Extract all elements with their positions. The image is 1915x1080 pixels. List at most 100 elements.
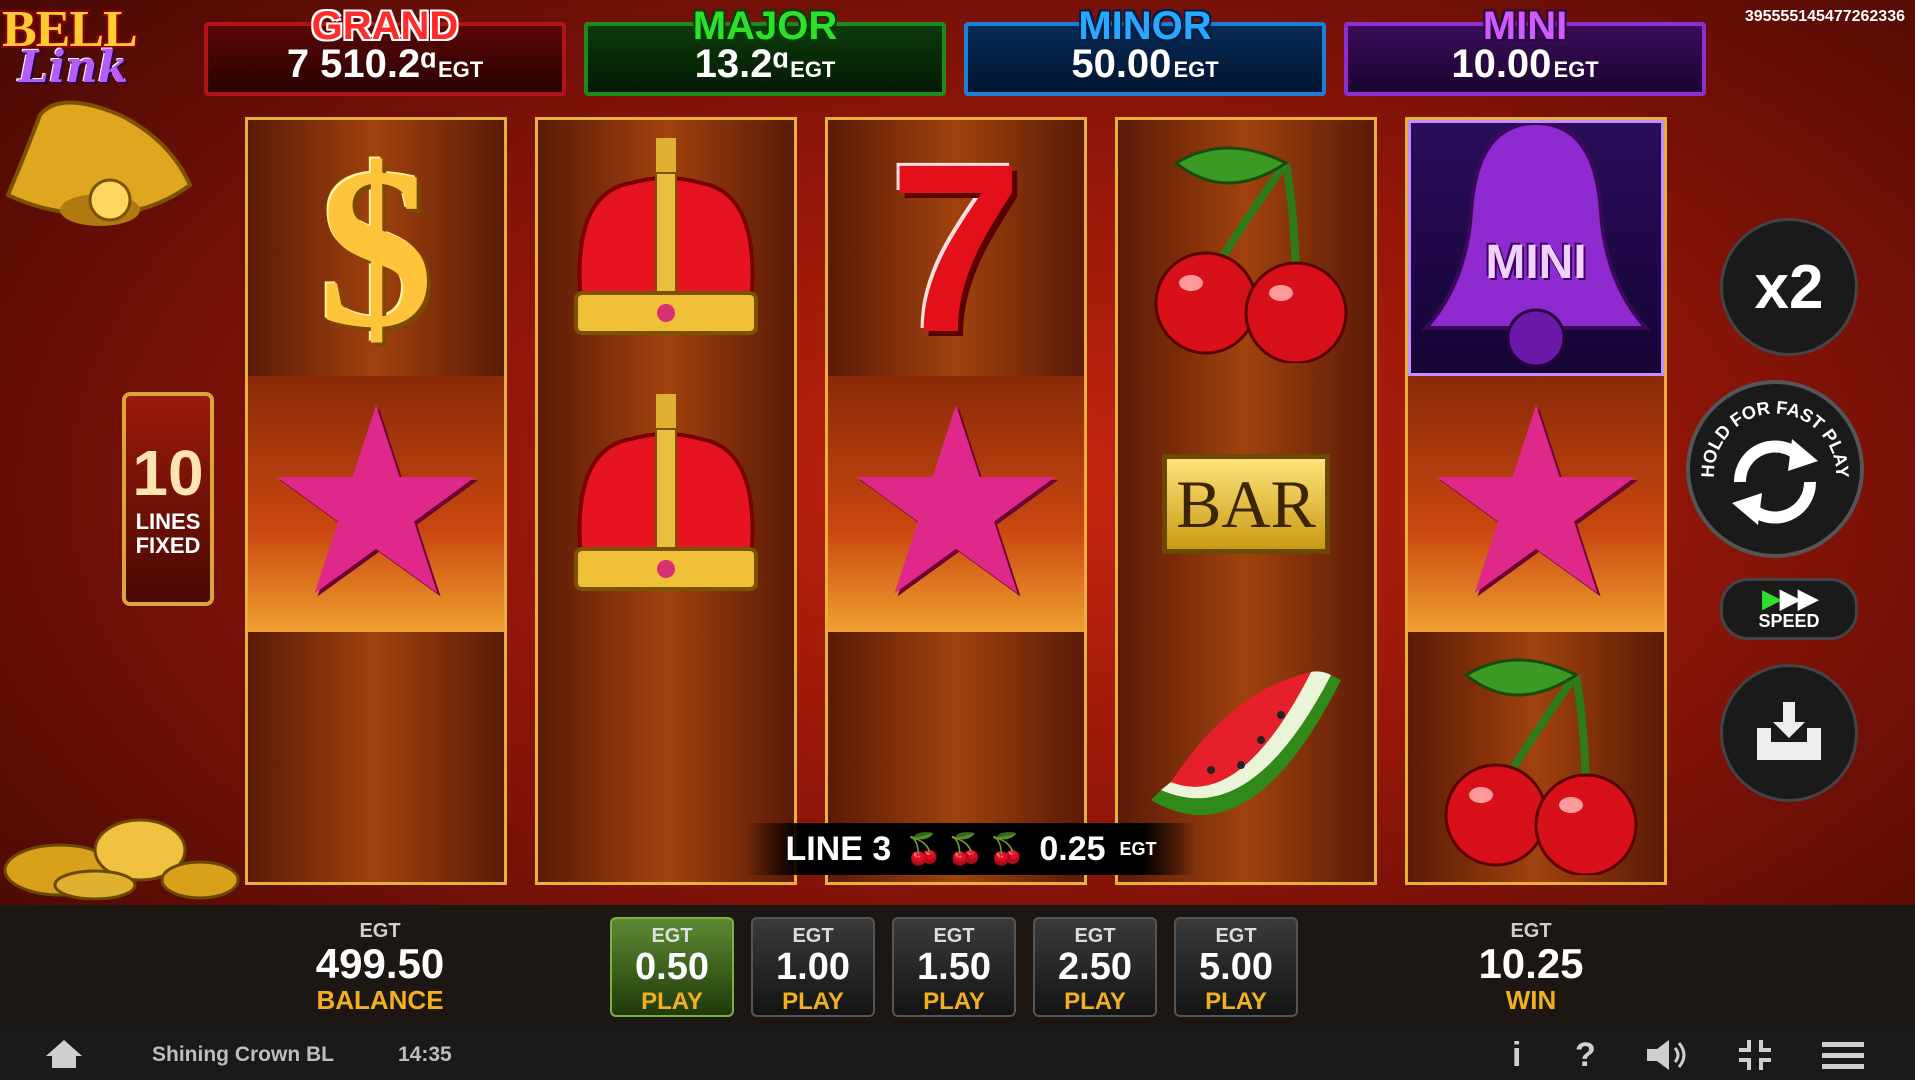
win-amount: 10.25 [1478,940,1584,987]
jackpot-grand-amount: 7 510.2 [286,42,421,86]
jackpot-minor: MINOR 50.00EGT [964,4,1326,96]
speed-label: SPEED [1758,611,1820,631]
help-icon[interactable]: ? [1575,1036,1596,1075]
jackpot-minor-amount: 50.00 [1071,42,1172,86]
jackpot-grand-value: 7 510.2ᵅEGT [208,42,562,87]
win-line-symbols: 🍒 🍒 🍒 [905,832,1025,867]
bet-amount: 1.50 [917,946,991,988]
reel-cell: ★ [248,376,504,632]
reel-cell: BAR [1118,376,1374,632]
win-label: WIN [1505,985,1557,1015]
bet-button-1-50[interactable]: EGT 1.50 PLAY [892,917,1016,1017]
cherry-icon: 🍒 [946,832,984,866]
lines-fixed-label: FIXED [135,533,201,559]
menu-icon[interactable] [1822,1040,1864,1072]
game-name: Shining Crown BL [152,1043,334,1066]
bet-play-label: PLAY [1064,987,1126,1015]
spin-hint-ring: HOLD FOR FAST PLAY [1698,397,1853,478]
reel-cell: 7 [828,120,1084,376]
reel-cell: $ [248,120,504,376]
bet-play-label: PLAY [782,987,844,1015]
bet-amount: 5.00 [1199,946,1273,988]
bet-play-label: PLAY [1205,987,1267,1015]
jackpot-grand-currency: EGT [437,57,484,82]
jackpot-major-currency: EGT [790,57,836,82]
jackpot-grand-tail: ᵅ [420,42,436,86]
win-line-label: LINE 3 [785,829,892,868]
reel-cell: MINI [1408,120,1664,376]
reel-3: 7 ★ [825,117,1087,885]
bet-amount: 0.50 [635,946,709,988]
star-symbol: ★ [1432,375,1640,632]
fast-forward-icon: ▶▶▶ [1762,583,1818,613]
dollar-symbol: $ [318,120,434,375]
info-icon[interactable]: i [1512,1036,1521,1075]
bet-currency: EGT [1215,925,1257,947]
bet-currency: EGT [651,925,693,947]
lines-indicator: 10 LINES FIXED [122,392,214,606]
jackpot-major-amount: 13.2 [694,42,773,86]
bet-currency: EGT [1074,925,1116,947]
reel-4: BAR [1115,117,1377,885]
sound-icon[interactable] [1645,1038,1689,1072]
bet-play-label: PLAY [641,987,703,1015]
jackpot-grand: GRAND 7 510.2ᵅEGT [204,4,566,96]
bet-button-1-00[interactable]: EGT 1.00 PLAY [751,917,875,1017]
balance-amount: 499.50 [315,940,445,987]
reel-1: $ ★ [245,117,507,885]
reel-cell: ★ [1408,376,1664,632]
golden-bell-icon [5,100,193,226]
cherry-icon: 🍒 [987,832,1026,866]
home-icon[interactable] [44,1038,84,1070]
reel-cell [538,120,794,376]
svg-text:HOLD FOR FAST PLAY: HOLD FOR FAST PLAY [1698,397,1853,478]
session-id: 395555145477262336 [1744,8,1905,25]
logo-link-text: Link [18,42,129,93]
reel-cell [1408,632,1664,882]
fullscreen-exit-icon[interactable] [1737,1038,1773,1072]
collect-button[interactable] [1720,664,1858,802]
clock: 14:35 [398,1043,452,1066]
win-line-banner: LINE 3 🍒 🍒 🍒 0.25 EGT [746,823,1196,875]
bet-button-0-50[interactable]: EGT 0.50 PLAY [610,917,734,1017]
star-symbol: ★ [852,375,1060,632]
collect-tray-icon [1757,702,1821,760]
reel-5: MINI ★ [1405,117,1667,885]
win-display: EGT 10.25 WIN [1466,920,1596,1016]
bar-symbol: BAR [1162,454,1330,554]
mini-bell-label: MINI [1485,236,1587,289]
jackpot-mini-amount: 10.00 [1451,42,1552,86]
reel-cell [538,376,794,632]
jackpot-major-tail: ᵅ [772,42,789,86]
balance-display: EGT 499.50 BALANCE [290,920,470,1016]
spin-button[interactable]: HOLD FOR FAST PLAY [1686,380,1864,558]
seven-symbol: 7 [889,117,1023,382]
jackpot-mini-value: 10.00EGT [1348,42,1702,87]
coins-pile-icon [3,818,240,900]
jackpot-minor-currency: EGT [1173,57,1219,82]
game-logo: BELL Link [0,0,138,110]
jackpot-minor-value: 50.00EGT [968,42,1322,87]
cherry-icon [1154,146,1348,363]
lines-label: LINES [135,509,201,534]
crown-icon [574,394,758,591]
reel-2 [535,117,797,885]
bet-play-label: PLAY [923,987,985,1015]
speed-button[interactable]: ▶▶▶ SPEED [1720,578,1858,640]
multiplier-button[interactable]: x2 [1720,218,1858,356]
bet-button-5-00[interactable]: EGT 5.00 PLAY [1174,917,1298,1017]
bet-currency: EGT [792,925,834,947]
mini-bell-symbol: MINI [1416,123,1656,373]
reel-cell [1118,120,1374,376]
bet-currency: EGT [933,925,975,947]
bet-button-2-50[interactable]: EGT 2.50 PLAY [1033,917,1157,1017]
crown-icon [574,138,758,335]
bet-amount: 2.50 [1058,946,1132,988]
reel-cell: ★ [828,376,1084,632]
lines-count: 10 [132,437,204,509]
cherry-icon [1444,658,1638,875]
win-line-currency: EGT [1119,838,1157,859]
bet-amount: 1.00 [776,946,850,988]
star-symbol: ★ [272,375,480,632]
cherry-icon: 🍒 [905,832,943,866]
